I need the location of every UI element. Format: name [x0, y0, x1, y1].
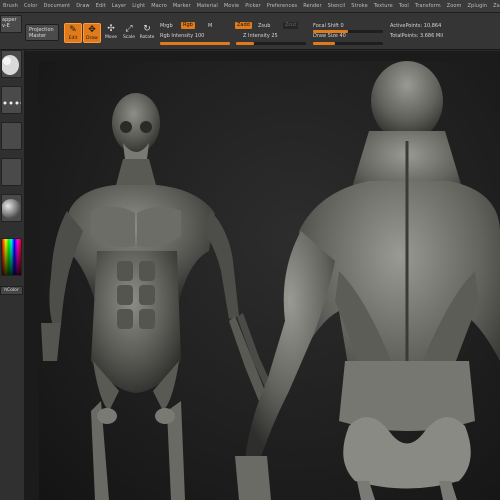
- texture-thumbnail[interactable]: [1, 158, 22, 186]
- rgb-intensity-fill: [160, 42, 230, 45]
- menu-item-tool[interactable]: Tool: [396, 3, 412, 9]
- zsub-toggle[interactable]: Zsub: [258, 23, 270, 29]
- z-intensity-fill: [236, 42, 254, 45]
- menu-item-stroke[interactable]: Stroke: [348, 3, 371, 9]
- projection-master-button[interactable]: Projection Master: [25, 24, 59, 41]
- anatomy-model: [41, 61, 500, 500]
- canvas-viewport[interactable]: [39, 61, 500, 500]
- material-swatch[interactable]: apper v-E: [0, 15, 22, 33]
- color-picker[interactable]: [1, 238, 22, 276]
- menu-item-render[interactable]: Render: [300, 3, 324, 9]
- draw-button[interactable]: ✥ Draw: [83, 23, 101, 43]
- front-torso-figure: [41, 93, 279, 500]
- active-points-readout: ActivePoints: 10,864: [390, 23, 442, 29]
- draw-label: Draw: [86, 36, 98, 41]
- move-button[interactable]: ✣ Move: [102, 23, 120, 43]
- draw-icon: ✥: [88, 25, 96, 35]
- brush-shape-icon: [2, 55, 19, 75]
- switch-color-button[interactable]: hColor: [0, 286, 23, 295]
- brush-thumbnail[interactable]: [1, 50, 22, 78]
- alpha-thumbnail[interactable]: [1, 122, 22, 150]
- back-torso-figure: [235, 61, 500, 500]
- menu-item-edit[interactable]: Edit: [93, 3, 109, 9]
- scale-icon: ⤢: [125, 24, 133, 34]
- menu-item-layer[interactable]: Layer: [109, 3, 129, 9]
- menu-item-movie[interactable]: Movie: [221, 3, 242, 9]
- draw-size-fill: [313, 42, 335, 45]
- top-shelf: apper v-E Projection Master ✎ Edit ✥ Dra…: [0, 13, 500, 50]
- edit-icon: ✎: [69, 25, 77, 35]
- menu-item-document[interactable]: Document: [41, 3, 74, 9]
- menu-item-zscript[interactable]: Zscript: [490, 3, 500, 9]
- move-label: Move: [104, 35, 118, 40]
- scale-label: Scale: [122, 35, 136, 40]
- material-sphere-icon: [2, 199, 21, 219]
- rgb-intensity-track[interactable]: [160, 42, 230, 45]
- menu-item-picker[interactable]: Picker: [242, 3, 264, 9]
- edit-label: Edit: [68, 36, 78, 41]
- mrgb-toggle[interactable]: Mrgb: [160, 23, 173, 29]
- menu-item-zplugin[interactable]: Zplugin: [465, 3, 491, 9]
- menu-item-stencil[interactable]: Stencil: [325, 3, 349, 9]
- move-icon: ✣: [107, 24, 115, 34]
- menu-item-preferences[interactable]: Preferences: [264, 3, 301, 9]
- zcut-toggle[interactable]: Zcut: [283, 22, 299, 29]
- rgb-toggle[interactable]: Rgb: [181, 22, 195, 29]
- rotate-icon: ↻: [143, 24, 151, 34]
- m-toggle[interactable]: M: [208, 23, 212, 29]
- stroke-thumbnail[interactable]: [1, 86, 22, 114]
- left-tray: hColor: [0, 50, 25, 500]
- menu-item-texture[interactable]: Texture: [371, 3, 396, 9]
- rgb-intensity-slider[interactable]: Rgb Intensity 100: [160, 33, 204, 39]
- menu-item-draw[interactable]: Draw: [73, 3, 92, 9]
- menu-item-zoom[interactable]: Zoom: [444, 3, 465, 9]
- draw-size-track[interactable]: [313, 42, 383, 45]
- rotate-button[interactable]: ↻ Rotate: [138, 23, 156, 43]
- menu-item-marker[interactable]: Marker: [170, 3, 194, 9]
- menu-item-transform[interactable]: Transform: [412, 3, 444, 9]
- menu-item-material[interactable]: Material: [194, 3, 221, 9]
- focal-shift-slider[interactable]: Focal Shift 0: [313, 23, 344, 29]
- z-intensity-slider[interactable]: Z Intensity 25: [243, 33, 278, 39]
- scale-button[interactable]: ⤢ Scale: [120, 23, 138, 43]
- menu-item-light[interactable]: Light: [129, 3, 148, 9]
- menu-bar: Brush Color Document Draw Edit Layer Light Macr…: [0, 0, 500, 13]
- menu-item-color[interactable]: Color: [21, 3, 41, 9]
- menu-item-macro[interactable]: Macro: [148, 3, 170, 9]
- zadd-toggle[interactable]: Zadd: [235, 22, 252, 29]
- dots-stroke-icon: [3, 101, 21, 105]
- material-thumbnail[interactable]: [1, 194, 22, 222]
- z-intensity-track[interactable]: [236, 42, 306, 45]
- draw-size-slider[interactable]: Draw Size 40: [313, 33, 346, 39]
- edit-button[interactable]: ✎ Edit: [64, 23, 82, 43]
- total-points-readout: TotalPoints: 3.686 Mil: [390, 33, 443, 39]
- document-canvas[interactable]: [25, 51, 500, 500]
- rotate-label: Rotate: [139, 35, 155, 40]
- menu-item-brush[interactable]: Brush: [0, 3, 21, 9]
